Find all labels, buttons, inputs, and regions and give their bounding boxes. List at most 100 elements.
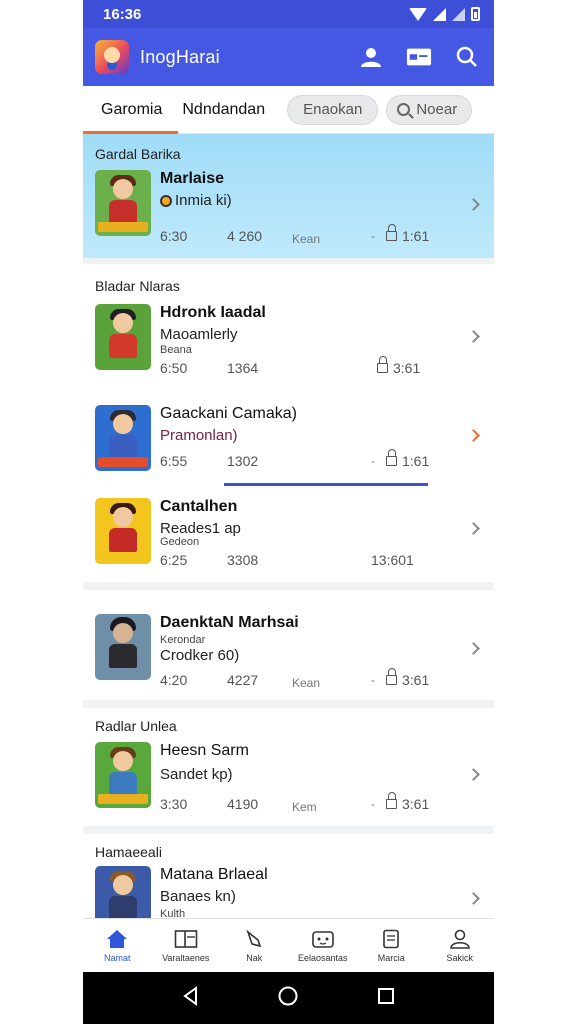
- item-locks: 13:601: [371, 552, 414, 568]
- nav-varaltaenes[interactable]: Varaltaenes: [152, 919, 221, 972]
- card-icon[interactable]: [406, 44, 432, 70]
- nav-sakick-label: Sakick: [446, 952, 473, 963]
- item-subtitle: Banaes kn): [160, 888, 236, 905]
- search-icon[interactable]: [454, 44, 480, 70]
- signal-icon: [433, 7, 446, 21]
- featured-locks: -1:61: [371, 224, 430, 244]
- status-icons: [409, 7, 480, 21]
- item-time: 6:25: [160, 552, 188, 568]
- tab-ndndandan[interactable]: Ndndandan: [172, 86, 275, 134]
- signal-icon-2: [452, 7, 465, 21]
- item-tag: Kean: [292, 676, 321, 690]
- nav-marcia-label: Marcia: [377, 952, 405, 963]
- item-time: 6:50: [160, 360, 188, 376]
- item-title: Cantalhen: [160, 498, 238, 515]
- section-header-3: Radlar Unlea: [95, 718, 177, 734]
- rating-icon: [160, 195, 172, 207]
- search-chip-label: Noear: [416, 101, 458, 118]
- featured-tag: Kean: [292, 232, 321, 246]
- lock-icon: [386, 224, 397, 241]
- item-title: Gaackani Camaka): [160, 405, 297, 422]
- item-locks: -3:61: [371, 668, 430, 688]
- nav-eelaosantas-label: Eelaosantas: [297, 952, 348, 963]
- profile-icon: [448, 929, 472, 949]
- featured-title: Marlaise: [160, 170, 225, 187]
- back-icon[interactable]: [181, 985, 201, 1011]
- app-logo[interactable]: [95, 40, 129, 74]
- chevron-right-icon[interactable]: [467, 892, 480, 905]
- list-item[interactable]: Hdronk Iaadal Maoamlerly Beana 6:50 1364…: [95, 304, 482, 384]
- game-thumbnail: [95, 614, 151, 680]
- bag-icon: [242, 929, 266, 949]
- section-card-4: Hamaeeali Matana Brlaeal Banaes kn) Kult…: [83, 834, 494, 932]
- item-subtitle-2: Beana: [160, 344, 192, 356]
- section-card-3: Radlar Unlea Heesn Sarm Sandet kp) 3:30 …: [83, 708, 494, 826]
- document-icon: [379, 929, 403, 949]
- nav-sakick[interactable]: Sakick: [426, 919, 495, 972]
- app-title: InogHarai: [140, 46, 220, 67]
- chevron-right-icon[interactable]: [467, 642, 480, 655]
- nav-home[interactable]: Namat: [83, 919, 152, 972]
- chevron-right-icon[interactable]: [467, 198, 480, 211]
- battery-icon: [471, 7, 480, 21]
- item-subtitle-2: Kerondar: [160, 634, 206, 646]
- chevron-right-icon[interactable]: [467, 522, 480, 535]
- nav-nak-label: Nak: [246, 952, 263, 963]
- chevron-right-icon[interactable]: [467, 429, 480, 442]
- book-icon: [174, 929, 198, 949]
- featured-item[interactable]: Marlaise Inmia ki) 6:30 4 260 Kean -1:61: [95, 170, 482, 250]
- item-locks: -3:61: [371, 792, 430, 812]
- list-item[interactable]: DaenktaN Marhsai Kerondar Crodker 60) 4:…: [95, 614, 482, 694]
- nav-marcia[interactable]: Marcia: [357, 919, 426, 972]
- game-thumbnail: [95, 405, 151, 471]
- item-subtitle: Maoamlerly: [160, 326, 238, 343]
- filter-chip[interactable]: Enaokan: [287, 94, 379, 125]
- app-bar: InogHarai: [83, 28, 494, 86]
- tab-garomia[interactable]: Garomia: [83, 86, 179, 134]
- home-button-icon[interactable]: [277, 985, 299, 1012]
- item-title: DaenktaN Marhsai: [160, 614, 299, 631]
- nav-nak[interactable]: Nak: [220, 919, 289, 972]
- lock-icon: [377, 356, 388, 373]
- nav-home-label: Namat: [103, 952, 131, 963]
- lock-icon: [386, 668, 397, 685]
- wifi-icon: [409, 7, 427, 21]
- item-title: Hdronk Iaadal: [160, 304, 266, 321]
- scroll-progress-bar: [224, 483, 428, 486]
- nav-eelaosantas[interactable]: Eelaosantas: [289, 919, 358, 972]
- status-bar: 16:36: [83, 0, 494, 28]
- item-time: 3:30: [160, 796, 188, 812]
- game-thumbnail: [95, 498, 151, 564]
- controller-icon: [311, 929, 335, 949]
- item-subtitle: Reades1 ap: [160, 520, 241, 537]
- chevron-right-icon[interactable]: [467, 768, 480, 781]
- item-time: 4:20: [160, 672, 188, 688]
- item-subtitle: Sandet kp): [160, 766, 233, 783]
- lock-icon: [386, 449, 397, 466]
- list-item[interactable]: Cantalhen Reades1 ap Gedeon 6:25 3308 13…: [95, 498, 482, 578]
- item-subtitle: Crodker 60): [160, 647, 240, 664]
- game-thumbnail: [95, 742, 151, 808]
- chevron-right-icon[interactable]: [467, 330, 480, 343]
- featured-time: 6:30: [160, 228, 188, 244]
- search-chip[interactable]: Noear: [386, 94, 473, 125]
- section-header-4: Hamaeeali: [95, 844, 162, 860]
- game-thumbnail: [95, 170, 151, 236]
- item-subtitle-2: Gedeon: [160, 536, 200, 548]
- item-locks: 3:61: [371, 356, 420, 376]
- section-card-1: Bladar Nlaras Hdronk Iaadal Maoamlerly B…: [83, 264, 494, 582]
- bottom-navigation: Namat Varaltaenes Nak Eelaosantas Marcia: [83, 918, 494, 972]
- recents-icon[interactable]: [376, 986, 396, 1011]
- nav-varaltaenes-label: Varaltaenes: [162, 952, 210, 963]
- list-item[interactable]: Gaackani Camaka) Pramonlan) 6:55 1302 -1…: [95, 405, 482, 485]
- person-icon[interactable]: [358, 44, 384, 70]
- featured-section[interactable]: Gardal Barika Marlaise Inmia ki) 6:30 4 …: [83, 134, 494, 258]
- magnifier-icon: [397, 103, 411, 116]
- tab-bar: Garomia Ndndandan Enaokan Noear: [83, 86, 494, 134]
- status-time: 16:36: [103, 5, 142, 23]
- item-time: 6:55: [160, 453, 188, 469]
- list-item[interactable]: Heesn Sarm Sandet kp) 3:30 4190 Kem -3:6…: [95, 742, 482, 822]
- section-card-2: DaenktaN Marhsai Kerondar Crodker 60) 4:…: [83, 590, 494, 700]
- item-subtitle: Pramonlan): [160, 427, 238, 444]
- lock-icon: [386, 792, 397, 809]
